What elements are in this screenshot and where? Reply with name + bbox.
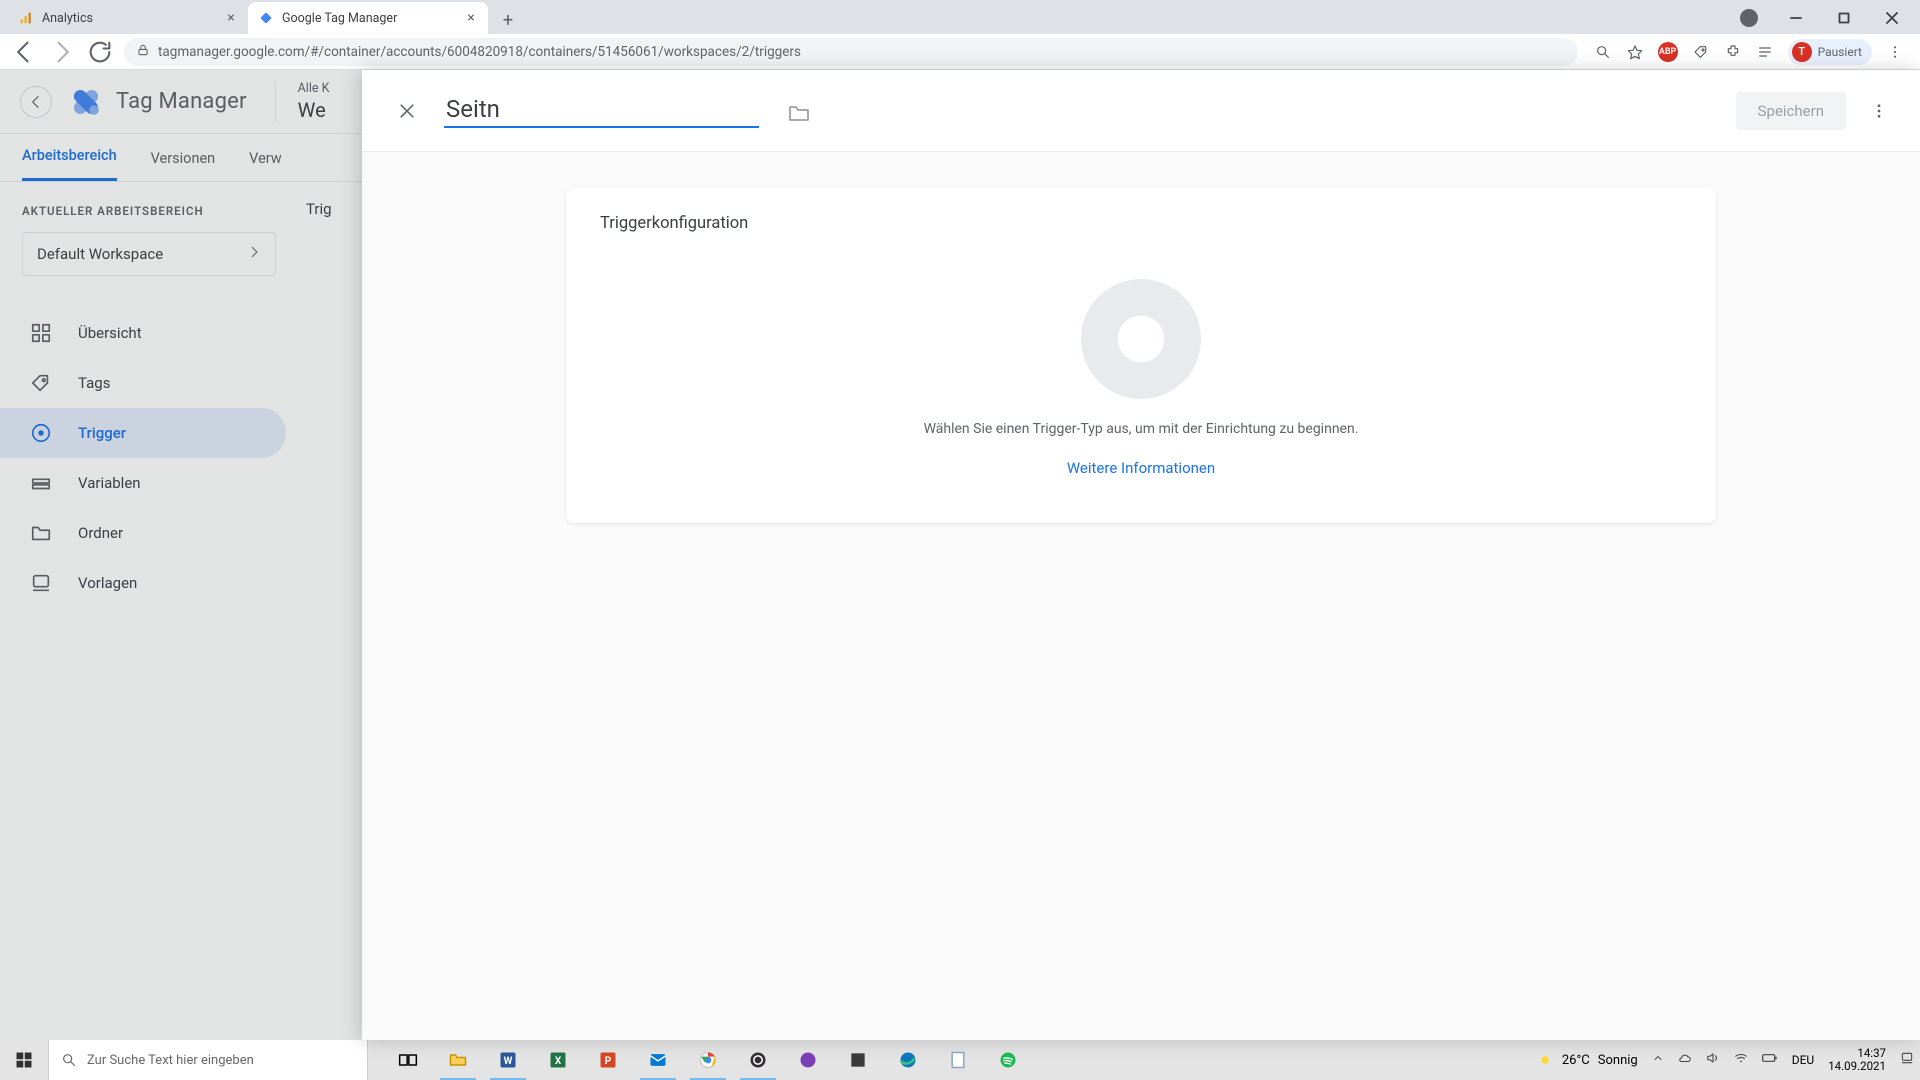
svg-text:X: X	[555, 1056, 562, 1067]
trigger-panel: Speichern Triggerkonfiguration Wählen Si…	[362, 70, 1920, 1040]
adblock-icon[interactable]: ABP	[1658, 42, 1678, 62]
edge-app[interactable]	[884, 1040, 932, 1080]
powerpoint-app[interactable]: P	[584, 1040, 632, 1080]
word-app[interactable]: W	[484, 1040, 532, 1080]
app-generic-1[interactable]	[784, 1040, 832, 1080]
weather-temp: 26°C	[1562, 1053, 1590, 1068]
notepad-app[interactable]	[934, 1040, 982, 1080]
tray-battery-icon[interactable]	[1762, 1052, 1778, 1068]
trigger-config-card[interactable]: Triggerkonfiguration Wählen Sie einen Tr…	[566, 188, 1716, 523]
svg-text:W: W	[504, 1056, 513, 1067]
empty-hint: Wählen Sie einen Trigger-Typ aus, um mit…	[924, 421, 1359, 437]
browser-chrome: Analytics × Google Tag Manager × + tagma…	[0, 0, 1920, 70]
start-button[interactable]	[0, 1040, 48, 1080]
close-icon[interactable]: ×	[464, 11, 478, 25]
more-menu-button[interactable]	[1864, 96, 1894, 126]
tray-notifications-icon[interactable]	[1900, 1051, 1914, 1069]
excel-app[interactable]: X	[534, 1040, 582, 1080]
obs-app[interactable]	[734, 1040, 782, 1080]
card-empty-state: Wählen Sie einen Trigger-Typ aus, um mit…	[600, 279, 1682, 477]
tray-clock[interactable]: 14:37 14.09.2021	[1828, 1047, 1886, 1073]
save-button[interactable]: Speichern	[1736, 92, 1846, 130]
tray-language[interactable]: DEU	[1792, 1053, 1814, 1067]
window-controls	[1740, 2, 1920, 34]
taskbar-search[interactable]: Zur Suche Text hier eingeben	[48, 1040, 368, 1080]
trigger-placeholder-icon	[1081, 279, 1201, 399]
back-button[interactable]	[10, 38, 38, 66]
extension-tag-icon[interactable]	[1692, 43, 1710, 61]
spotify-app[interactable]	[984, 1040, 1032, 1080]
window-close-button[interactable]	[1870, 4, 1914, 32]
tray-wifi-icon[interactable]	[1734, 1051, 1748, 1069]
taskbar-apps: W X P	[384, 1040, 1032, 1080]
panel-header: Speichern	[362, 70, 1920, 152]
reading-list-icon[interactable]	[1756, 43, 1774, 61]
weather-widget[interactable]: 26°C Sonnig	[1536, 1051, 1638, 1069]
close-panel-button[interactable]	[388, 92, 426, 130]
search-placeholder: Zur Suche Text hier eingeben	[87, 1053, 254, 1068]
avatar: T	[1792, 42, 1812, 62]
url-text: tagmanager.google.com/#/container/accoun…	[158, 44, 1566, 60]
windows-taskbar: Zur Suche Text hier eingeben W X P 26°C …	[0, 1040, 1920, 1080]
window-minimize-button[interactable]	[1774, 4, 1818, 32]
address-bar[interactable]: tagmanager.google.com/#/container/accoun…	[124, 38, 1578, 66]
profile-state: Pausiert	[1818, 45, 1862, 59]
card-title: Triggerkonfiguration	[600, 214, 1682, 233]
chrome-app[interactable]	[684, 1040, 732, 1080]
tab-title: Analytics	[42, 11, 216, 26]
forward-button[interactable]	[48, 38, 76, 66]
analytics-favicon	[18, 10, 34, 26]
new-tab-button[interactable]: +	[494, 6, 522, 34]
tab-title: Google Tag Manager	[282, 11, 456, 26]
close-icon[interactable]: ×	[224, 11, 238, 25]
file-explorer-app[interactable]	[434, 1040, 482, 1080]
gtm-favicon	[258, 10, 274, 26]
kebab-icon[interactable]	[1886, 43, 1904, 61]
extensions-icon[interactable]	[1724, 43, 1742, 61]
tab-strip: Analytics × Google Tag Manager × +	[0, 0, 1920, 34]
tray-chevron-icon[interactable]	[1652, 1052, 1664, 1068]
toolbar: tagmanager.google.com/#/container/accoun…	[0, 34, 1920, 70]
browser-tab-gtm[interactable]: Google Tag Manager ×	[248, 2, 488, 34]
clock-date: 14.09.2021	[1828, 1060, 1886, 1073]
panel-body: Triggerkonfiguration Wählen Sie einen Tr…	[362, 152, 1920, 1040]
toolbar-icons: ABP T Pausiert	[1588, 39, 1910, 65]
reload-button[interactable]	[86, 38, 114, 66]
app-generic-2[interactable]	[834, 1040, 882, 1080]
task-view-button[interactable]	[384, 1040, 432, 1080]
star-icon[interactable]	[1626, 43, 1644, 61]
svg-text:P: P	[605, 1056, 612, 1067]
weather-desc: Sonnig	[1598, 1053, 1638, 1068]
profile-chip[interactable]: T Pausiert	[1788, 39, 1872, 65]
folder-icon[interactable]	[787, 101, 811, 121]
tray-volume-icon[interactable]	[1706, 1051, 1720, 1069]
lock-icon	[136, 43, 150, 61]
window-maximize-button[interactable]	[1822, 4, 1866, 32]
profile-indicator-icon[interactable]	[1740, 9, 1758, 27]
trigger-name-input[interactable]	[444, 93, 759, 128]
mail-app[interactable]	[634, 1040, 682, 1080]
zoom-icon[interactable]	[1594, 43, 1612, 61]
tray-cloud-icon[interactable]	[1678, 1051, 1692, 1069]
system-tray: 26°C Sonnig DEU 14:37 14.09.2021	[1536, 1040, 1920, 1080]
app-shell: Tag Manager Alle K We Arbeitsbereich Ver…	[0, 70, 1920, 1040]
learn-more-link[interactable]: Weitere Informationen	[1067, 459, 1215, 477]
browser-tab-analytics[interactable]: Analytics ×	[8, 2, 248, 34]
